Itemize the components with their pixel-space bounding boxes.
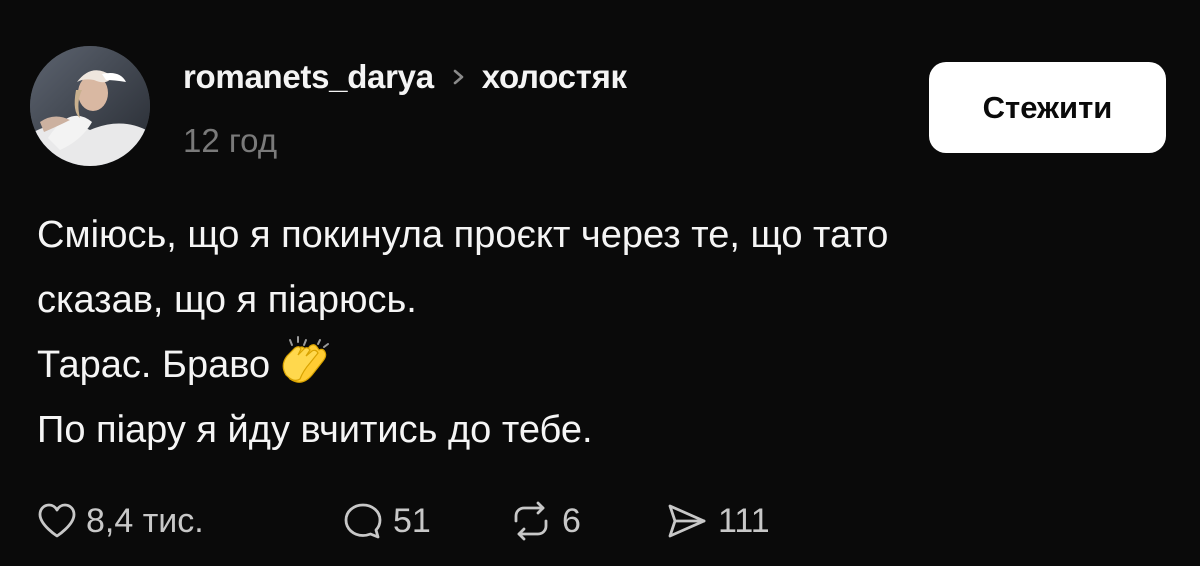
post-line-text: Тарас. Браво <box>37 344 271 386</box>
community-link[interactable]: холостяк <box>482 58 627 96</box>
follow-button[interactable]: Стежити <box>929 62 1166 153</box>
like-button[interactable]: 8,4 тис. <box>36 501 286 541</box>
like-count: 8,4 тис. <box>86 501 204 540</box>
post-timestamp: 12 год <box>183 122 278 159</box>
post-line: Сміюсь, що я покинула проєкт через те, щ… <box>37 214 889 256</box>
repost-icon <box>514 501 548 541</box>
post-line: По піару я йду вчитись до тебе. <box>37 409 593 451</box>
username-link[interactable]: romanets_darya <box>183 58 434 96</box>
avatar[interactable] <box>30 46 150 166</box>
post-body: Сміюсь, що я покинула проєкт через те, щ… <box>37 203 1157 463</box>
comment-bubble-icon <box>344 503 382 539</box>
repost-count: 6 <box>562 501 581 540</box>
post-actions: 8,4 тис. 51 6 111 <box>36 498 770 544</box>
post-line-with-emoji: Тарас. Браво <box>37 333 1157 398</box>
share-button[interactable]: 111 <box>664 500 770 542</box>
send-icon <box>668 504 706 538</box>
post-line: сказав, що я піарюсь. <box>37 279 417 321</box>
post-header: romanets_darya холостяк <box>183 58 627 96</box>
share-count: 111 <box>718 501 770 540</box>
repost-button[interactable]: 6 <box>508 500 628 542</box>
comment-count: 51 <box>393 501 431 540</box>
clapping-hands-icon <box>282 336 330 383</box>
comment-button[interactable]: 51 <box>341 500 466 542</box>
chevron-right-icon <box>453 69 464 85</box>
heart-icon <box>38 503 76 538</box>
avatar-photo <box>30 46 150 166</box>
